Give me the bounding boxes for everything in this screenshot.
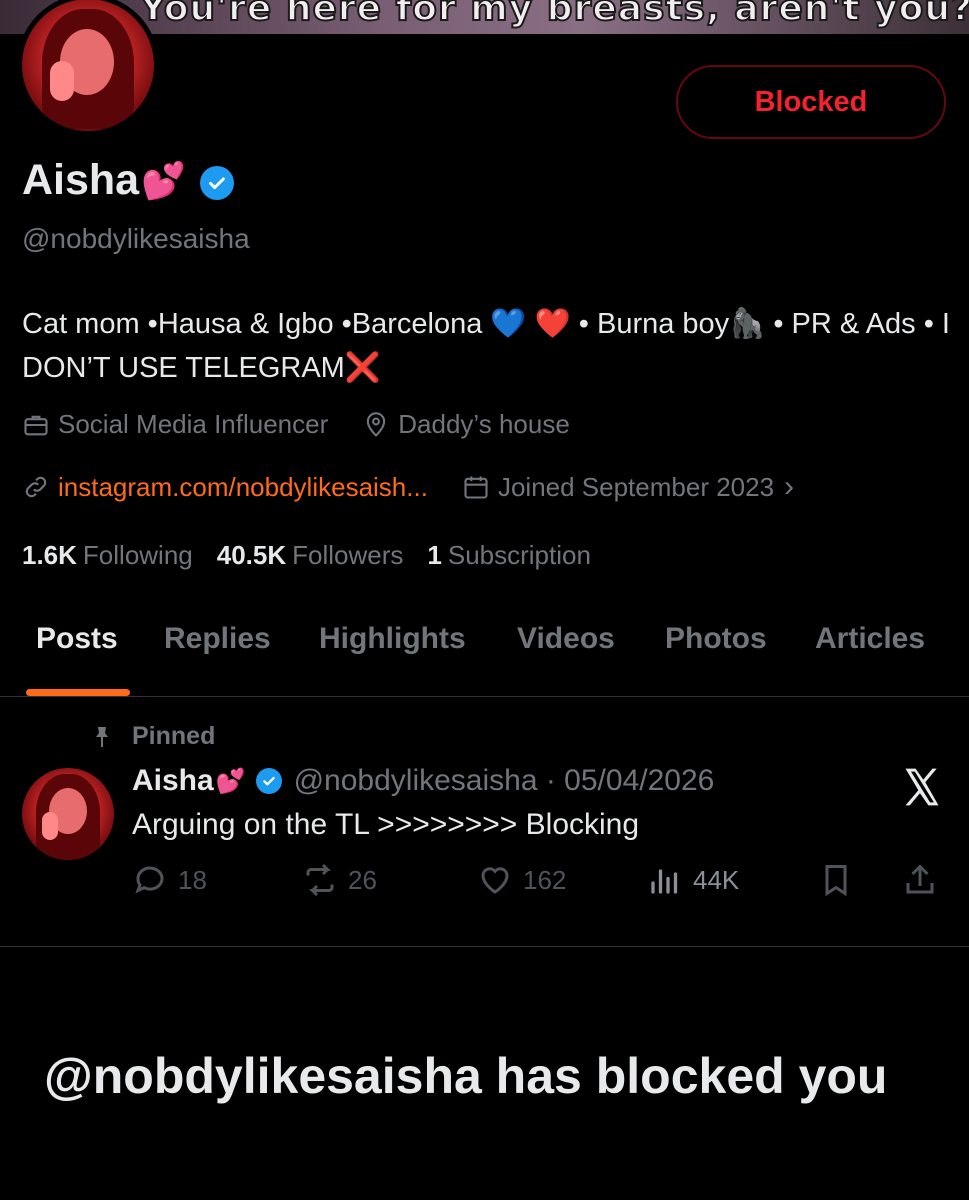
location-pin-icon (367, 411, 386, 437)
tab-replies[interactable]: Replies (164, 622, 271, 656)
profile-handle: @nobdylikesaisha (22, 223, 250, 254)
profile-name: Aisha (22, 156, 140, 204)
following-label: Following (82, 540, 193, 570)
reply-count: 18 (178, 864, 207, 895)
like-icon (481, 867, 509, 894)
profile-meta-row-1: Social Media Influencer Daddy’s house (22, 409, 604, 440)
calendar-icon (464, 476, 488, 499)
views-button[interactable]: 44K (647, 862, 739, 898)
name-emoji: 💕 (141, 159, 186, 201)
cross-emoji: ❌ (344, 352, 381, 384)
blue-heart-emoji: 💙 (490, 308, 527, 340)
blocked-button[interactable]: Blocked (676, 65, 946, 139)
category-text: Social Media Influencer (58, 409, 329, 439)
repost-icon (306, 863, 334, 897)
following-count: 1.6K (22, 540, 77, 570)
red-heart-emoji: ❤️ (534, 308, 571, 340)
post-divider (0, 946, 969, 947)
profile-location: Daddy’s house (362, 409, 570, 440)
bio-text-2: • Burna boy (570, 308, 730, 340)
profile-bio: Cat mom •Hausa & Igbo •Barcelona 💙 ❤️ • … (22, 302, 952, 390)
verified-badge-icon[interactable] (255, 768, 282, 794)
bookmark-button[interactable] (818, 862, 864, 898)
location-text: Daddy’s house (398, 409, 570, 439)
post-text: Arguing on the TL >>>>>>>> Blocking (132, 808, 640, 841)
repost-button[interactable]: 26 (302, 862, 377, 898)
subscription-label: Subscription (447, 540, 591, 570)
tab-photos[interactable]: Photos (665, 622, 767, 656)
briefcase-icon (24, 415, 48, 435)
profile-link[interactable]: instagram.com/nobdylikesaish... (22, 472, 428, 503)
post-author-emoji: 💕 (215, 767, 246, 795)
like-count: 162 (523, 864, 567, 895)
views-count: 44K (693, 864, 740, 895)
followers-label: Followers (292, 540, 404, 570)
post-actions: 18 26 162 44K (132, 862, 947, 906)
tab-videos[interactable]: Videos (517, 622, 615, 656)
profile-tabs: Posts Replies Highlights Videos Photos A… (0, 604, 969, 697)
views-icon (651, 869, 678, 894)
tab-articles[interactable]: Articles (815, 622, 925, 656)
profile-meta-row-2: instagram.com/nobdylikesaish... Joined S… (22, 470, 828, 504)
profile-joined[interactable]: Joined September 2023 › (462, 470, 794, 504)
post-author-avatar[interactable] (22, 768, 114, 860)
profile-counts: 1.6K Following 40.5K Followers 1 Subscripti… (22, 540, 615, 571)
post-author-name[interactable]: Aisha (132, 764, 214, 798)
bookmark-icon (825, 865, 847, 897)
reply-button[interactable]: 18 (132, 862, 207, 898)
subscription-count-link[interactable]: 1 Subscription (427, 540, 591, 571)
profile-avatar[interactable] (17, 0, 159, 136)
like-button[interactable]: 162 (477, 862, 566, 898)
following-count-link[interactable]: 1.6K Following (22, 540, 193, 571)
profile-name-row: Aisha 💕 (22, 156, 234, 205)
blocked-notice: @nobdylikesaisha has blocked you (44, 1048, 888, 1104)
gorilla-emoji: 🦍 (729, 308, 766, 340)
verified-badge-icon[interactable] (199, 165, 234, 200)
reply-icon (135, 866, 164, 894)
subscription-count: 1 (427, 540, 442, 570)
pin-icon (96, 726, 108, 747)
banner-caption: You're here for my breasts, aren't you? (139, 0, 969, 30)
bio-text-1: Cat mom •Hausa & Igbo •Barcelona (22, 308, 491, 340)
joined-text: Joined September 2023 (497, 471, 775, 502)
post-header: Aisha 💕 @nobdylikesaisha · 05/04/2026 (132, 764, 714, 798)
share-button[interactable] (902, 862, 948, 898)
share-icon (906, 864, 934, 894)
pinned-label-row: Pinned (90, 722, 215, 751)
link-text[interactable]: instagram.com/nobdylikesaish... (58, 472, 428, 503)
chevron-right-icon: › (784, 470, 795, 503)
tab-posts[interactable]: Posts (36, 622, 118, 656)
tab-highlights[interactable]: Highlights (319, 622, 466, 656)
followers-count: 40.5K (216, 540, 287, 570)
x-logo-icon[interactable] (900, 765, 944, 809)
post-author-handle-date[interactable]: @nobdylikesaisha · 05/04/2026 (294, 764, 715, 798)
followers-count-link[interactable]: 40.5K Followers (217, 540, 404, 571)
pinned-label: Pinned (132, 722, 216, 750)
active-tab-indicator (26, 689, 130, 696)
profile-category: Social Media Influencer (22, 409, 328, 440)
link-icon (25, 476, 47, 498)
repost-count: 26 (348, 864, 377, 895)
